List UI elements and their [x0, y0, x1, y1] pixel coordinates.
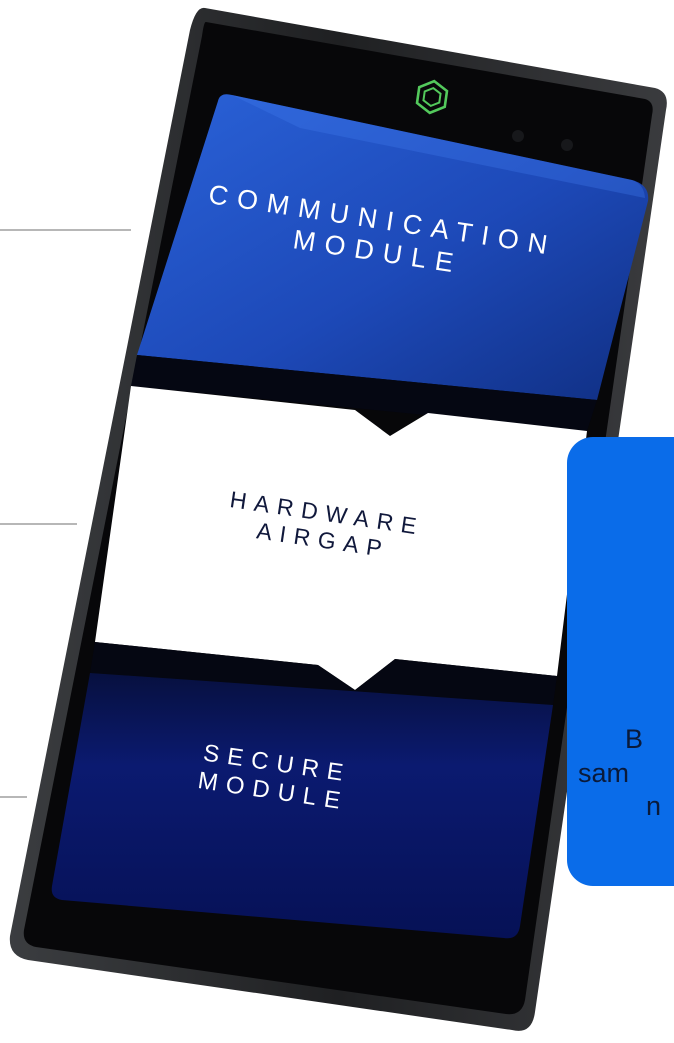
info-card-line-2: sam	[578, 758, 630, 788]
diagram-canvas: COMMUNICATION MODULE HARDWARE AIRGAP SEC…	[0, 0, 674, 1043]
info-card-line-1: B	[625, 724, 644, 754]
camera-dot-icon	[512, 130, 524, 142]
info-card: B sam n	[567, 437, 674, 886]
info-card-line-3: n	[646, 791, 662, 821]
camera-dot-icon	[561, 139, 573, 151]
